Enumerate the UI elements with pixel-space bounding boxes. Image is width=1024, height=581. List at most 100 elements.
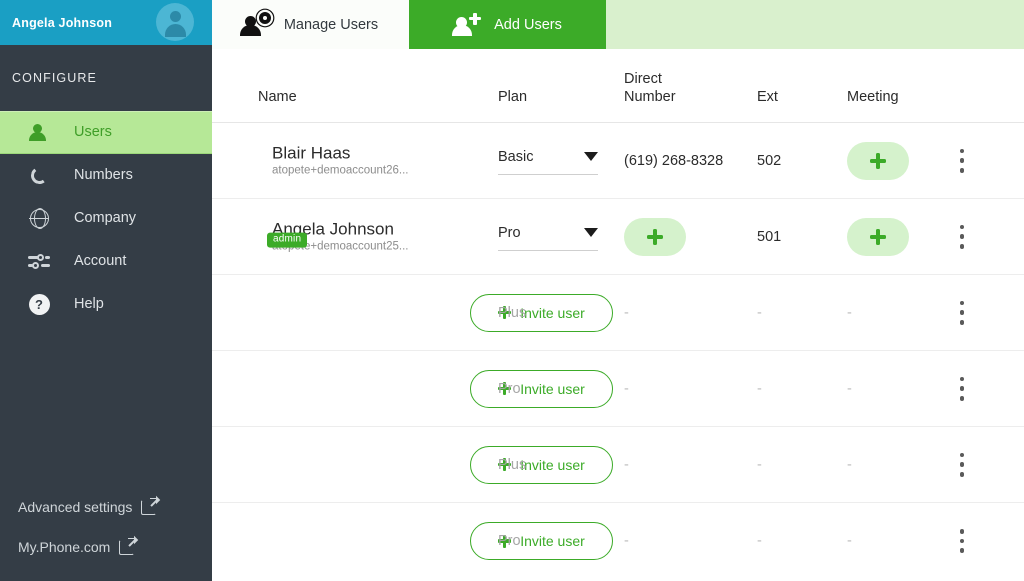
plan-cell: Basic (498, 147, 604, 175)
kebab-menu-icon[interactable] (953, 148, 971, 173)
meeting-value: - (847, 533, 852, 549)
meeting-cell: - (847, 304, 937, 322)
plus-icon (870, 152, 886, 169)
sidebar-item-label: Help (74, 296, 104, 313)
direct-number-cell: - (624, 381, 749, 397)
add-direct-number-button[interactable] (624, 217, 686, 256)
user-table-body: Blair Haas atopete+demoaccount26... Basi… (212, 123, 1024, 579)
kebab-menu-icon[interactable] (953, 300, 971, 325)
my-phone-com-label: My.Phone.com (18, 539, 111, 555)
sidebar-item-label: Company (74, 210, 137, 227)
sidebar-item-account[interactable]: Account (0, 240, 212, 283)
plan-value: Pro (498, 533, 521, 549)
meeting-value: - (847, 456, 852, 473)
user-icon (24, 121, 54, 145)
direct-number-cell: - (624, 305, 749, 321)
meeting-cell: - (847, 532, 937, 550)
plan-cell: Pro (498, 380, 604, 398)
sidebar-bottom-links: Advanced settings My.Phone.com (0, 487, 212, 581)
sidebar-nav: Users Numbers Company Account ? Help (0, 111, 212, 326)
add-meeting-button[interactable] (847, 141, 909, 180)
column-header-meeting: Meeting (847, 89, 899, 106)
sidebar-item-users[interactable]: Users (0, 111, 212, 154)
sidebar-item-numbers[interactable]: Numbers (0, 154, 212, 197)
user-plus-icon (452, 12, 483, 38)
column-header-plan: Plan (498, 89, 528, 106)
kebab-menu-icon[interactable] (953, 224, 971, 249)
direct-number-value: - (624, 456, 629, 473)
plan-cell: Plus (498, 304, 604, 322)
ext-cell: 502 (757, 152, 782, 169)
tab-label: Manage Users (283, 16, 379, 33)
sidebar-item-help[interactable]: ? Help (0, 283, 212, 326)
direct-number-cell: - (624, 457, 749, 473)
tab-add-users[interactable]: Add Users (409, 0, 606, 49)
meeting-cell (847, 141, 937, 180)
advanced-settings-label: Advanced settings (18, 499, 133, 515)
table-header: Name Plan Direct Number Ext Meeting (212, 49, 1024, 123)
meeting-cell: - (847, 380, 937, 398)
column-header-direct-line2: Number (624, 89, 676, 106)
globe-icon (24, 207, 54, 231)
ext-cell: - (757, 533, 817, 549)
external-link-icon (141, 495, 161, 515)
plan-cell: Pro (498, 532, 604, 550)
plan-select[interactable]: Pro (498, 223, 598, 251)
tab-label: Add Users (494, 16, 562, 33)
avatar: admin (243, 225, 308, 255)
plan-select[interactable]: Basic (498, 147, 598, 175)
add-meeting-button[interactable] (847, 217, 909, 256)
ext-cell: - (757, 457, 817, 473)
table-row: Blair Haas atopete+demoaccount26... Basi… (212, 123, 1024, 199)
ext-cell: - (757, 381, 817, 397)
tab-manage-users[interactable]: Manage Users (212, 0, 409, 49)
ext-value: - (757, 456, 762, 473)
user-gear-icon (239, 11, 273, 38)
user-avatar-icon[interactable] (156, 3, 194, 41)
ext-value: - (757, 304, 762, 321)
direct-number-cell (624, 217, 749, 256)
plan-selected-value: Basic (498, 148, 534, 165)
sidebar-item-company[interactable]: Company (0, 197, 212, 240)
direct-number-value: - (624, 533, 629, 549)
direct-number-cell: (619) 268-8328 (624, 152, 724, 169)
table-row: admin Angela Johnson atopete+demoaccount… (212, 199, 1024, 275)
advanced-settings-link[interactable]: Advanced settings (0, 487, 212, 527)
table-row: Invite user Pro - - - (212, 351, 1024, 427)
sidebar-item-label: Numbers (74, 167, 133, 184)
plan-cell: Plus (498, 456, 604, 474)
column-header-direct-line1: Direct (624, 70, 662, 87)
meeting-value: - (847, 304, 852, 321)
table-row: Invite user Pro - - - (212, 503, 1024, 579)
direct-number-value: - (624, 304, 629, 321)
table-row: Invite user Plus - - - (212, 275, 1024, 351)
question-circle-icon: ? (24, 293, 54, 317)
table-row: Invite user Plus - - - (212, 427, 1024, 503)
chevron-down-icon (584, 227, 598, 237)
tab-bar: Manage Users Add Users (212, 0, 1024, 49)
chevron-down-icon (584, 151, 598, 161)
column-header-ext: Ext (757, 89, 778, 106)
sliders-icon (24, 250, 54, 274)
my-phone-com-link[interactable]: My.Phone.com (0, 527, 212, 567)
phone-icon (24, 164, 54, 188)
user-name-cell: admin Angela Johnson atopete+demoaccount… (243, 219, 409, 255)
main-content: Manage Users Add Users Name Plan Direct … (212, 0, 1024, 581)
user-identity: Blair Haas atopete+demoaccount26... (272, 143, 409, 178)
sidebar: Angela Johnson CONFIGURE Users Numbers C… (0, 0, 212, 581)
plan-value: Plus (498, 304, 527, 321)
plan-value: Plus (498, 456, 527, 473)
column-header-direct-number: Direct Number (624, 70, 714, 107)
kebab-menu-icon[interactable] (953, 452, 971, 477)
avatar (243, 149, 273, 179)
sidebar-account-header[interactable]: Angela Johnson (0, 0, 212, 45)
direct-number-cell: - (624, 533, 749, 549)
kebab-menu-icon[interactable] (953, 376, 971, 401)
ext-value: - (757, 533, 762, 549)
kebab-menu-icon[interactable] (953, 529, 971, 553)
column-header-name: Name (258, 89, 297, 106)
plan-selected-value: Pro (498, 224, 521, 241)
direct-number-value: - (624, 380, 629, 397)
meeting-cell (847, 217, 937, 256)
app-root: Angela Johnson CONFIGURE Users Numbers C… (0, 0, 1024, 581)
